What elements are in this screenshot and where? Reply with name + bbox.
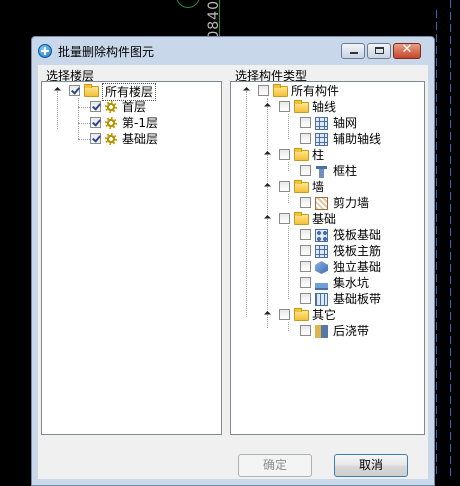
checkbox-component[interactable] xyxy=(300,261,311,272)
tree-node-label: 轴线 xyxy=(312,100,337,114)
isolated-foundation-icon xyxy=(315,261,328,274)
cad-dashed-line xyxy=(450,0,451,478)
cancel-button[interactable]: 取消 xyxy=(334,454,408,477)
dialog-titlebar[interactable]: 批量删除构件图元 ✕ xyxy=(32,37,434,65)
tree-node-label: 所有构件 xyxy=(291,84,340,98)
cad-circle-marker xyxy=(176,0,200,8)
tree-node-label: 后浇带 xyxy=(333,324,370,338)
checkbox-component[interactable] xyxy=(300,293,311,304)
tree-node-label: 基础板带 xyxy=(333,292,382,306)
checkbox-group[interactable] xyxy=(279,213,290,224)
tree-node-label: 剪力墙 xyxy=(333,196,370,210)
tree-node-label: 基础层 xyxy=(122,132,159,146)
maximize-button[interactable] xyxy=(367,43,391,59)
checkbox-group[interactable] xyxy=(279,101,290,112)
folder-icon xyxy=(84,84,99,97)
folder-icon xyxy=(294,148,309,161)
frame-column-icon xyxy=(315,165,328,178)
checkbox-all-components[interactable] xyxy=(258,85,269,96)
tree-node-label: 集水坑 xyxy=(333,276,370,290)
tree-node-label: 墙 xyxy=(312,180,325,194)
types-tree: 所有构件 轴线 轴网 辅助轴线 柱 框柱 墙 剪力墙 基础 筏板基础 筏板主筋 … xyxy=(231,82,424,434)
dialog-title: 批量删除构件图元 xyxy=(58,45,155,59)
ok-button[interactable]: 确定 xyxy=(238,454,312,477)
floor-gear-icon xyxy=(105,133,117,145)
tree-node-label: 轴网 xyxy=(333,116,358,130)
checkbox-component[interactable] xyxy=(300,165,311,176)
maximize-icon xyxy=(375,47,384,54)
checkbox-group[interactable] xyxy=(279,309,290,320)
shear-wall-icon xyxy=(315,197,328,210)
expand-toggle-icon[interactable] xyxy=(53,87,62,96)
tree-node-label: 辅助轴线 xyxy=(333,132,382,146)
folder-icon xyxy=(294,212,309,225)
tree-node-label: 基础 xyxy=(312,212,337,226)
floors-tree: 所有楼层 首层 第-1层 基础层 xyxy=(42,82,221,434)
checkbox-component[interactable] xyxy=(300,245,311,256)
floors-tree-panel[interactable]: 所有楼层 首层 第-1层 基础层 xyxy=(41,81,222,435)
tree-node-label: 其它 xyxy=(312,308,337,322)
floor-gear-icon xyxy=(105,117,117,129)
dialog-body: 选择楼层 选择构件类型 所有楼层 首层 第-1层 基础层 所有构件 轴线 轴网 … xyxy=(38,65,428,479)
app-icon xyxy=(38,44,52,58)
expand-toggle-icon[interactable] xyxy=(263,103,272,112)
tree-node-label: 筏板基础 xyxy=(333,228,382,242)
post-cast-strip-icon xyxy=(315,325,328,338)
sump-pit-icon xyxy=(315,277,328,290)
expand-toggle-icon[interactable] xyxy=(263,311,272,320)
folder-icon xyxy=(273,84,288,97)
expand-toggle-icon[interactable] xyxy=(263,215,272,224)
raft-foundation-icon xyxy=(315,229,328,242)
checkbox-component[interactable] xyxy=(300,229,311,240)
minimize-button[interactable] xyxy=(341,43,365,59)
tree-node-label: 框柱 xyxy=(333,164,358,178)
auxiliary-axis-icon xyxy=(315,133,328,146)
tree-node-label: 首层 xyxy=(122,100,147,114)
expand-toggle-icon[interactable] xyxy=(242,87,251,96)
tree-node-label: 独立基础 xyxy=(333,260,382,274)
minimize-icon xyxy=(350,52,358,54)
expand-toggle-icon[interactable] xyxy=(263,183,272,192)
checkbox-component[interactable] xyxy=(300,277,311,288)
axis-grid-icon xyxy=(315,117,328,130)
close-button[interactable]: ✕ xyxy=(393,42,421,59)
checkbox-group[interactable] xyxy=(279,181,290,192)
checkbox-group[interactable] xyxy=(279,149,290,160)
folder-icon xyxy=(294,180,309,193)
checkbox-component[interactable] xyxy=(300,117,311,128)
checkbox-all-floors[interactable] xyxy=(69,85,80,96)
checkbox-component[interactable] xyxy=(300,197,311,208)
cad-axis-label: 0840 xyxy=(206,0,222,40)
checkbox-floor[interactable] xyxy=(90,117,101,128)
batch-delete-dialog: 批量删除构件图元 ✕ 选择楼层 选择构件类型 所有楼层 首层 第-1层 基础层 … xyxy=(31,36,435,486)
raft-rebar-icon xyxy=(315,245,328,258)
folder-icon xyxy=(294,308,309,321)
close-icon: ✕ xyxy=(401,42,413,57)
tree-node-label: 柱 xyxy=(312,148,325,162)
foundation-strip-icon xyxy=(315,293,328,306)
expand-toggle-icon[interactable] xyxy=(263,151,272,160)
checkbox-component[interactable] xyxy=(300,325,311,336)
tree-node-label: 筏板主筋 xyxy=(333,244,382,258)
checkbox-floor[interactable] xyxy=(90,133,101,144)
checkbox-component[interactable] xyxy=(300,133,311,144)
floor-gear-icon xyxy=(105,101,117,113)
cad-dashed-line xyxy=(436,10,437,478)
types-tree-panel[interactable]: 所有构件 轴线 轴网 辅助轴线 柱 框柱 墙 剪力墙 基础 筏板基础 筏板主筋 … xyxy=(230,81,425,435)
folder-icon xyxy=(294,100,309,113)
tree-node-label: 第-1层 xyxy=(122,116,158,130)
checkbox-floor[interactable] xyxy=(90,101,101,112)
